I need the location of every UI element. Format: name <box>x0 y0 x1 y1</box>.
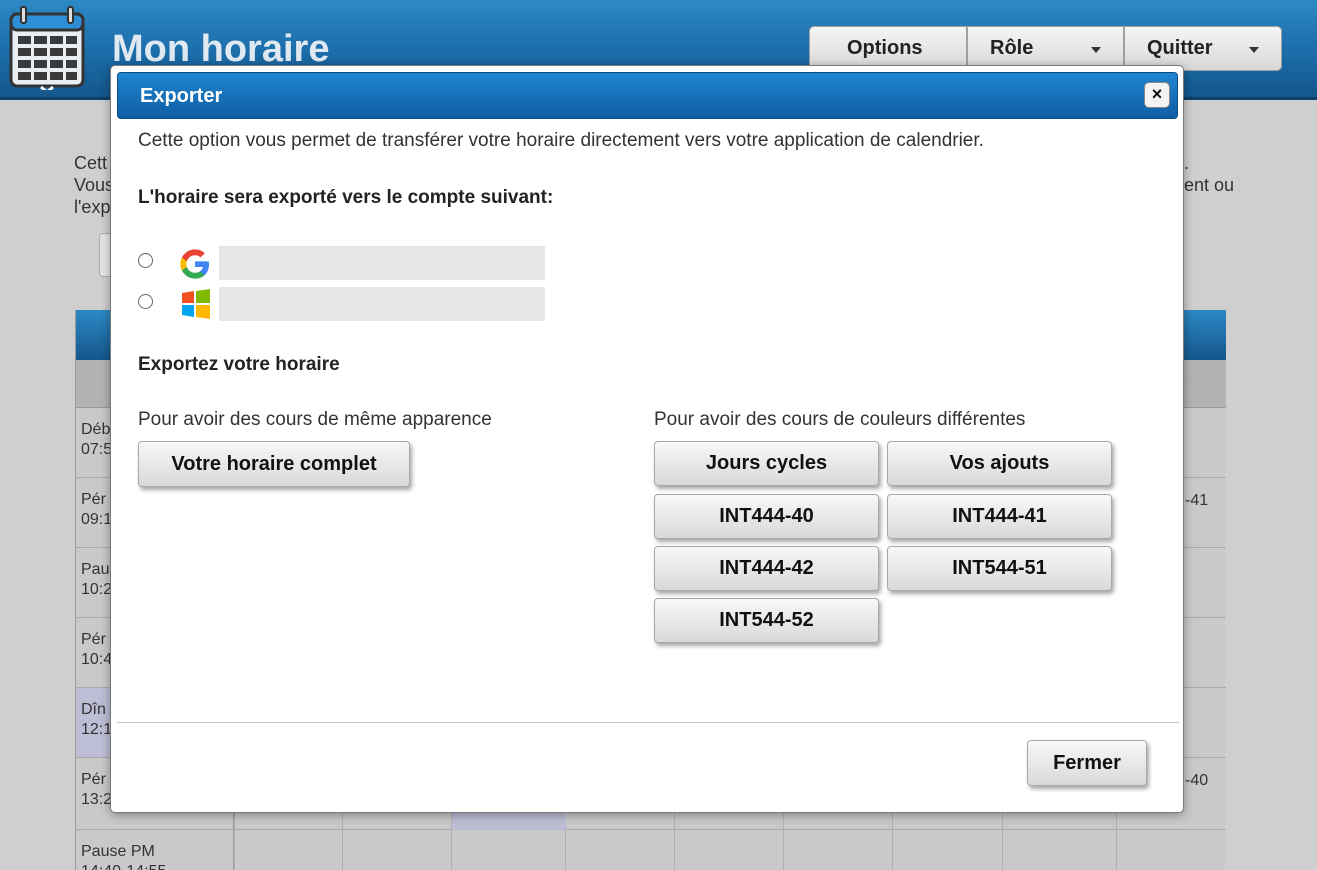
course-int444-40-button[interactable]: INT444-40 <box>654 494 879 539</box>
microsoft-account-radio[interactable] <box>138 294 153 309</box>
jours-cycles-button[interactable]: Jours cycles <box>654 441 879 486</box>
course-int544-51-button[interactable]: INT544-51 <box>887 546 1112 591</box>
dialog-divider <box>117 722 1179 723</box>
account-heading: L'horaire sera exporté vers le compte su… <box>138 187 554 208</box>
page-description-line: l'exp <box>74 197 111 217</box>
dialog-intro: Cette option vous permet de transférer v… <box>138 130 984 151</box>
quit-label: Quitter <box>1147 37 1213 59</box>
vos-ajouts-button[interactable]: Vos ajouts <box>887 441 1112 486</box>
page-description-line: ent ou <box>1184 175 1235 195</box>
course-int544-52-button[interactable]: INT544-52 <box>654 598 879 643</box>
close-button[interactable]: Fermer <box>1027 740 1147 786</box>
chevron-down-icon <box>1091 47 1101 53</box>
page-description-line: Vous <box>74 175 115 195</box>
course-cell-text[interactable]: -40 <box>1185 772 1208 790</box>
chevron-down-icon <box>1249 47 1259 53</box>
microsoft-account-email <box>219 287 545 321</box>
page-description-line: . <box>1184 153 1190 173</box>
dialog-title: Exporter <box>140 85 223 107</box>
period-time: 14:40-14:55 <box>81 862 228 870</box>
page-description: Cett Vous l'exp <box>74 152 114 218</box>
google-account-email <box>219 246 545 280</box>
calendar-icon[interactable] <box>8 6 86 90</box>
close-icon[interactable]: × <box>1144 82 1170 108</box>
course-int444-41-button[interactable]: INT444-41 <box>887 494 1112 539</box>
same-appearance-label: Pour avoir des cours de même apparence <box>138 409 492 430</box>
course-int444-42-button[interactable]: INT444-42 <box>654 546 879 591</box>
full-schedule-button[interactable]: Votre horaire complet <box>138 441 410 487</box>
course-cell[interactable] <box>452 810 566 830</box>
different-colors-label: Pour avoir des cours de couleurs différe… <box>654 409 1026 430</box>
course-cell-text[interactable]: -41 <box>1185 492 1208 510</box>
page-description-right: . ent ou <box>1184 152 1234 196</box>
microsoft-icon <box>182 289 210 319</box>
options-label: Options <box>847 37 923 59</box>
google-account-radio[interactable] <box>138 253 153 268</box>
page-description-line: Cett <box>74 153 108 173</box>
role-label: Rôle <box>990 37 1034 59</box>
export-dialog: Exporter × Cette option vous permet de t… <box>110 65 1184 813</box>
google-icon <box>180 249 210 279</box>
schedule-row: Pause PM 14:40-14:55 <box>76 830 1226 870</box>
period-name: Pause PM <box>81 843 155 860</box>
dialog-titlebar: Exporter × <box>117 72 1178 119</box>
period-cell: Pause PM 14:40-14:55 <box>76 830 234 870</box>
export-heading: Exportez votre horaire <box>138 354 340 375</box>
